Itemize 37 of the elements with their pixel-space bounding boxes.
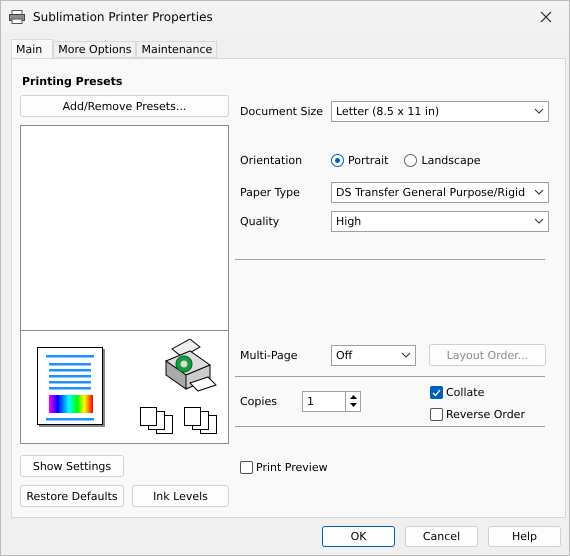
printer-icon: [9, 10, 25, 24]
field-label: Quality: [240, 214, 280, 228]
copies-spinner[interactable]: 1: [302, 390, 361, 412]
ink-levels-button[interactable]: Ink Levels: [132, 485, 229, 507]
field-label: Multi-Page: [240, 348, 298, 362]
checkbox[interactable]: Collate: [430, 386, 525, 399]
restore-defaults-button[interactable]: Restore Defaults: [20, 485, 124, 507]
checkbox[interactable]: Reverse Order: [430, 408, 525, 421]
tab[interactable]: Maintenance: [136, 41, 218, 58]
add-remove-presets-button[interactable]: Add/Remove Presets...: [20, 95, 229, 117]
field-label: Orientation: [240, 154, 304, 166]
field-label: Document Size: [240, 104, 324, 118]
dropdown[interactable]: High: [331, 210, 549, 232]
show-settings-button[interactable]: Show Settings: [20, 455, 124, 477]
tab[interactable]: Main: [11, 39, 54, 58]
check-icon: [432, 388, 441, 396]
dropdown[interactable]: DS Transfer General Purpose/Rigid: [331, 182, 549, 202]
window-title: Sublimation Printer Properties: [33, 10, 214, 24]
dropdown[interactable]: Letter (8.5 x 11 in): [331, 100, 549, 122]
dialog-button[interactable]: Cancel: [405, 526, 478, 547]
chevron-down-icon: [534, 108, 544, 114]
tab[interactable]: More Options: [53, 41, 136, 58]
radio-button[interactable]: Landscape: [404, 154, 481, 166]
field-label: Paper Type: [240, 186, 301, 198]
chevron-down-icon: [534, 189, 544, 195]
pages-stack-icon: [184, 407, 218, 435]
chevron-down-icon: [534, 218, 544, 224]
radio-button[interactable]: Portrait: [331, 154, 388, 166]
chevron-down-icon: [401, 352, 411, 358]
close-icon: [540, 11, 552, 23]
dialog-button[interactable]: Help: [488, 526, 561, 547]
section-heading: Printing Presets: [22, 75, 124, 89]
field-label: Copies: [240, 394, 278, 408]
checkbox[interactable]: Print Preview: [240, 460, 328, 474]
dropdown[interactable]: Off: [331, 344, 416, 366]
pages-stack-icon: [140, 407, 174, 435]
dialog-button[interactable]: OK: [322, 526, 395, 547]
